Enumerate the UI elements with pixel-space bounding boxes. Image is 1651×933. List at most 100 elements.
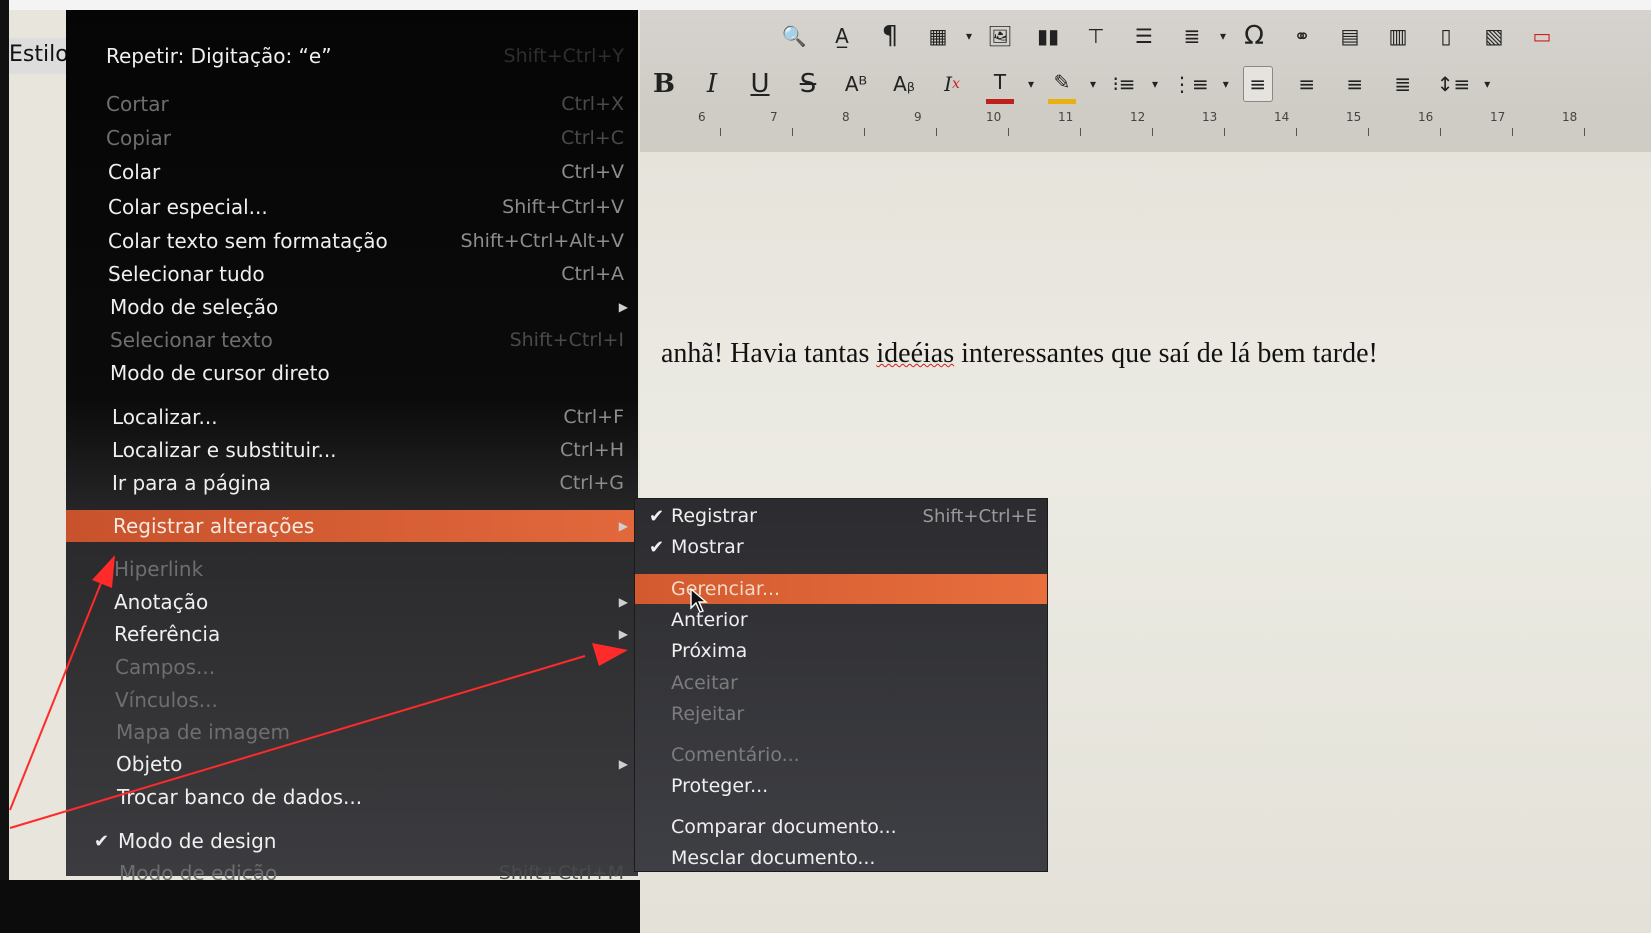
submenu-item-label: Próxima: [671, 640, 748, 662]
formatting-toolbar-row: B I U S Aᴮ Aᵦ Ix T ▾ ✎ ▾ ⁝≡ ▾ ⋮≡ ▾ ≡ ≡ ≡…: [640, 62, 1494, 106]
subscript-icon[interactable]: Aᵦ: [890, 67, 918, 101]
menu-item-label: Repetir: Digitação: “e”: [106, 44, 332, 68]
submenu-item[interactable]: Mesclar documento...: [635, 843, 1047, 873]
submenu-item-label: Gerenciar...: [671, 578, 781, 600]
font-color-icon[interactable]: T: [986, 65, 1014, 104]
submenu-item-label: Anterior: [671, 609, 748, 631]
submenu-item: Comentário...: [635, 740, 1047, 770]
ruler-tick: [1296, 128, 1297, 136]
italic-button[interactable]: I: [698, 67, 726, 101]
submenu-item-label: Mesclar documento...: [671, 847, 876, 869]
footnote-icon[interactable]: ▤: [1336, 19, 1364, 53]
submenu-item[interactable]: Proteger...: [635, 771, 1047, 801]
insert-chart-icon[interactable]: ▮▮: [1034, 19, 1062, 53]
menu-item-label: Objeto: [116, 752, 183, 776]
field-dropdown-icon[interactable]: ▾: [1218, 19, 1228, 53]
document-paragraph[interactable]: anhã! Havia tantas ideéias interessantes…: [661, 338, 1378, 370]
table-dropdown-icon[interactable]: ▾: [964, 19, 974, 53]
menu-item[interactable]: Colar Ctrl+V: [66, 156, 638, 188]
clear-formatting-icon[interactable]: Ix: [938, 67, 966, 101]
menu-item-repeat[interactable]: Repetir: Digitação: “e” Shift+Ctrl+Y: [66, 40, 638, 72]
line-spacing-icon[interactable]: ↕≡: [1437, 67, 1471, 101]
superscript-icon[interactable]: Aᴮ: [842, 67, 870, 101]
submenu-arrow-icon: ▶: [618, 595, 628, 609]
menu-item[interactable]: Trocar banco de dados...: [66, 781, 638, 813]
numbered-list-dropdown-icon[interactable]: ▾: [1221, 67, 1231, 101]
align-right-button[interactable]: ≡: [1341, 67, 1369, 101]
menu-item: Vínculos...: [66, 684, 638, 716]
menu-item[interactable]: ✔ Modo de design: [66, 825, 638, 857]
checkmark-icon: ✔: [649, 536, 665, 558]
ruler-number: 18: [1562, 110, 1578, 124]
underline-button[interactable]: U: [746, 67, 774, 101]
insert-image-icon[interactable]: 🖼: [986, 19, 1014, 53]
menu-item[interactable]: Objeto ▶: [66, 748, 638, 780]
submenu-item[interactable]: Comparar documento...: [635, 812, 1047, 842]
ruler-tick: [1368, 128, 1369, 136]
menu-item[interactable]: Registrar alterações ▶: [66, 510, 638, 542]
menu-item-label: Colar: [108, 160, 161, 184]
ruler-number: 12: [1130, 110, 1146, 124]
ruler-tick: [1008, 128, 1009, 136]
menu-item[interactable]: Modo de seleção ▶: [66, 291, 638, 323]
hyperlink-icon[interactable]: ⚭: [1288, 19, 1316, 53]
justify-button[interactable]: ≣: [1389, 67, 1417, 101]
strikethrough-button[interactable]: S: [794, 67, 822, 101]
menu-item-label: Localizar e substituir...: [112, 438, 337, 462]
menu-item-label: Ir para a página: [112, 471, 272, 495]
ruler-tick: [1512, 128, 1513, 136]
align-left-button[interactable]: ≡: [1242, 66, 1273, 102]
insert-field-icon[interactable]: ≣: [1178, 19, 1206, 53]
endnote-icon[interactable]: ▥: [1384, 19, 1412, 53]
menu-item-label: Selecionar tudo: [108, 262, 265, 286]
submenu-item-shortcut: Shift+Ctrl+E: [922, 505, 1037, 527]
menu-item[interactable]: Referência ▶: [66, 618, 638, 650]
menu-item[interactable]: Localizar... Ctrl+F: [66, 401, 638, 433]
bold-button[interactable]: B: [650, 67, 678, 101]
page-break-icon[interactable]: ☰: [1130, 19, 1158, 53]
font-color-dropdown-icon[interactable]: ▾: [1026, 67, 1036, 101]
submenu-item-label: Aceitar: [671, 672, 738, 694]
submenu-item[interactable]: ✔ Mostrar: [635, 532, 1047, 562]
spelling-icon[interactable]: A̲: [828, 19, 856, 53]
formatting-toolbar: 🔍 A̲ ¶ ▦ ▾ 🖼 ▮▮ ⊤ ☰ ≣ ▾ Ω ⚭ ▤ ▥ ▯ ▧ ▭ B …: [640, 10, 1651, 111]
ruler-number: 8: [842, 110, 850, 124]
line-spacing-dropdown-icon[interactable]: ▾: [1482, 67, 1492, 101]
menu-item[interactable]: Modo de cursor direto: [66, 357, 638, 389]
ruler-tick: [864, 128, 865, 136]
insert-textbox-icon[interactable]: ⊤: [1082, 19, 1110, 53]
menu-item-shortcut: Shift+Ctrl+Alt+V: [460, 230, 624, 252]
menu-item-shortcut: Shift+Ctrl+I: [509, 329, 624, 351]
menu-item[interactable]: Anotação ▶: [66, 586, 638, 618]
special-character-icon[interactable]: Ω: [1240, 19, 1268, 53]
screenshot-photo: 🔍 A̲ ¶ ▦ ▾ 🖼 ▮▮ ⊤ ☰ ≣ ▾ Ω ⚭ ▤ ▥ ▯ ▧ ▭ B …: [0, 0, 1651, 933]
submenu-item[interactable]: Próxima: [635, 636, 1047, 666]
submenu-item[interactable]: ✔ Registrar Shift+Ctrl+E: [635, 501, 1047, 531]
menu-item[interactable]: Localizar e substituir... Ctrl+H: [66, 434, 638, 466]
menu-item[interactable]: Colar texto sem formatação Shift+Ctrl+Alt…: [66, 225, 638, 257]
insert-table-icon[interactable]: ▦: [924, 19, 952, 53]
formatting-marks-icon[interactable]: ¶: [876, 19, 904, 53]
misspelled-word[interactable]: ideéias: [876, 338, 954, 369]
submenu-arrow-icon: ▶: [618, 757, 628, 771]
menu-item-shortcut: Ctrl+C: [561, 127, 624, 149]
menu-item-label: Anotação: [114, 590, 209, 614]
menu-item: Copiar Ctrl+C: [66, 122, 638, 154]
menu-item[interactable]: Selecionar tudo Ctrl+A: [66, 258, 638, 290]
screen-bezel-top: [0, 0, 1651, 10]
menu-item-label: Modo de design: [118, 829, 277, 853]
highlight-color-icon[interactable]: ✎: [1048, 65, 1076, 104]
menu-item-label: Trocar banco de dados...: [117, 785, 363, 809]
highlight-dropdown-icon[interactable]: ▾: [1088, 67, 1098, 101]
menu-item[interactable]: Colar especial... Shift+Ctrl+V: [66, 191, 638, 223]
bookmark-icon[interactable]: ▯: [1432, 19, 1460, 53]
bullet-list-icon[interactable]: ⁝≡: [1110, 67, 1138, 101]
numbered-list-icon[interactable]: ⋮≡: [1172, 67, 1209, 101]
comment-icon[interactable]: ▭: [1528, 19, 1556, 53]
align-center-button[interactable]: ≡: [1293, 67, 1321, 101]
horizontal-ruler[interactable]: 6 7 8 9 10 11 12 13 14 15 16 17 18: [640, 110, 1651, 153]
find-replace-icon[interactable]: 🔍: [780, 19, 808, 53]
bullet-list-dropdown-icon[interactable]: ▾: [1150, 67, 1160, 101]
menu-item[interactable]: Ir para a página Ctrl+G: [66, 467, 638, 499]
cross-reference-icon[interactable]: ▧: [1480, 19, 1508, 53]
